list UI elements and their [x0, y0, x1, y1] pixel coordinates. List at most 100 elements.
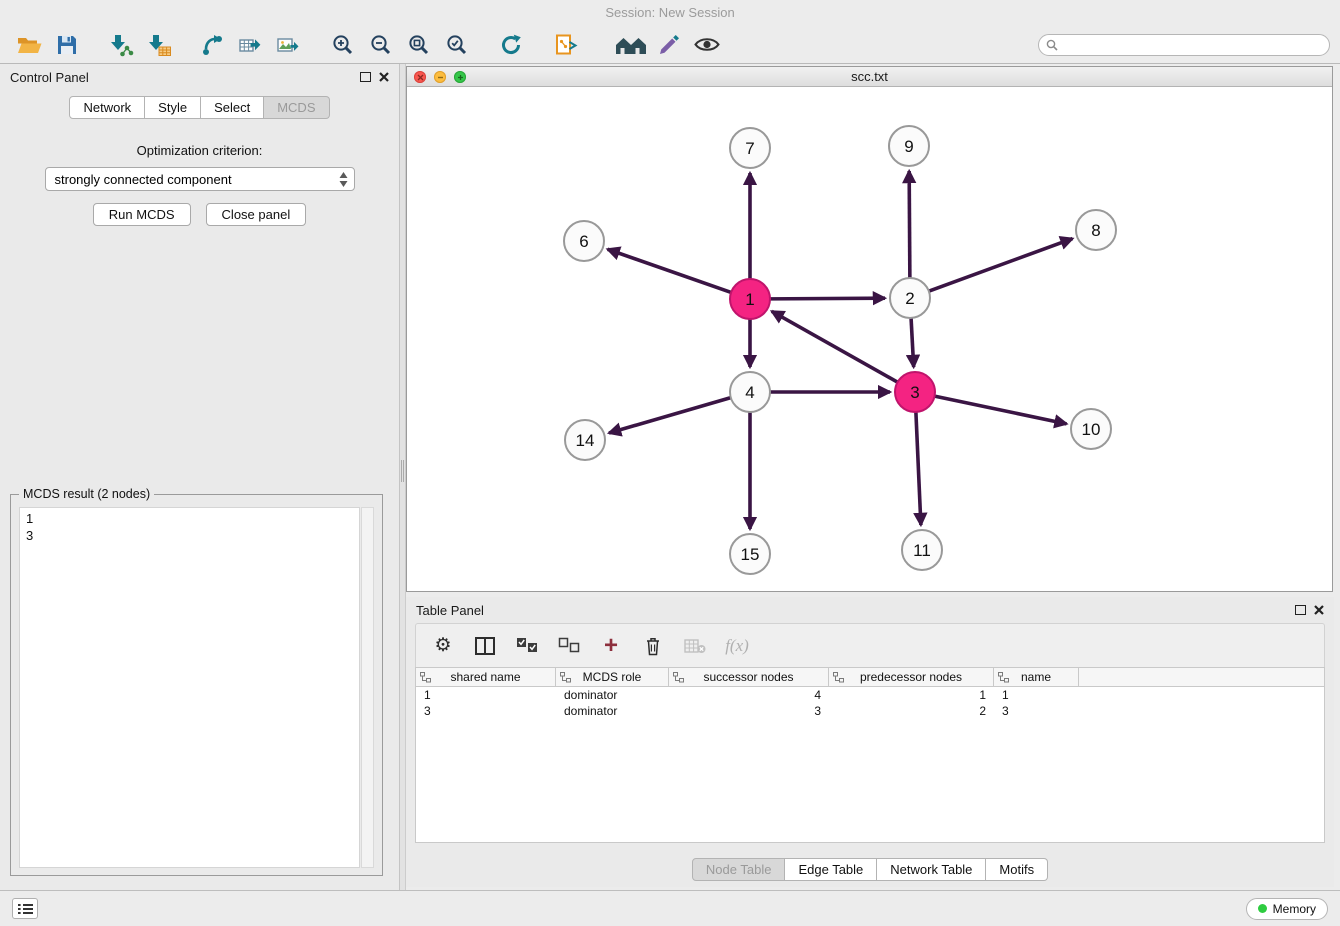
style-brush-button[interactable] — [650, 29, 688, 61]
edge-2-3[interactable] — [911, 318, 914, 367]
svg-text:6: 6 — [579, 232, 588, 251]
attribute-tree-icon — [560, 672, 571, 683]
tab-network-table[interactable]: Network Table — [877, 858, 986, 881]
export-image-button[interactable] — [270, 29, 308, 61]
column-header-MCDS-role[interactable]: MCDS role — [556, 668, 669, 686]
window-titlebar: Session: New Session — [0, 0, 1340, 26]
edge-3-1[interactable] — [772, 311, 898, 382]
import-table-button[interactable] — [140, 29, 178, 61]
table-cell: 1 — [829, 687, 994, 703]
column-header-successor-nodes[interactable]: successor nodes — [669, 668, 829, 686]
node-6[interactable]: 6 — [564, 221, 604, 261]
show-graphics-button[interactable] — [688, 29, 726, 61]
edge-1-2[interactable] — [770, 298, 885, 299]
control-panel-title: Control Panel — [10, 70, 89, 85]
search-icon — [1046, 39, 1058, 51]
tab-edge-table[interactable]: Edge Table — [785, 858, 877, 881]
mcds-result-list[interactable]: 13 — [19, 507, 360, 868]
edge-1-6[interactable] — [608, 249, 732, 292]
svg-text:9: 9 — [904, 137, 913, 156]
zoom-in-button[interactable] — [324, 29, 362, 61]
delete-row-button[interactable] — [636, 630, 670, 662]
tab-node-table[interactable]: Node Table — [692, 858, 786, 881]
node-4[interactable]: 4 — [730, 372, 770, 412]
save-session-button[interactable] — [48, 29, 86, 61]
memory-status-icon — [1258, 904, 1267, 913]
delete-table-icon — [684, 638, 706, 654]
tab-style[interactable]: Style — [145, 96, 201, 119]
zoom-out-button[interactable] — [362, 29, 400, 61]
edge-4-14[interactable] — [609, 398, 731, 433]
close-panel-button[interactable]: Close panel — [206, 203, 307, 226]
node-11[interactable]: 11 — [902, 530, 942, 570]
table-toolbar: ⚙ + f(x) — [415, 623, 1325, 667]
close-traffic-light[interactable] — [414, 71, 426, 83]
deselect-all-button[interactable] — [552, 630, 586, 662]
control-panel-header: Control Panel — [0, 64, 399, 90]
show-columns-button[interactable] — [468, 630, 502, 662]
deselect-all-icon — [558, 637, 580, 654]
export-network-button[interactable] — [194, 29, 232, 61]
search-input[interactable] — [1038, 34, 1330, 56]
close-panel-icon[interactable] — [379, 72, 389, 82]
column-header-shared-name[interactable]: shared name — [416, 668, 556, 686]
zoom-fit-button[interactable] — [400, 29, 438, 61]
home-icon — [615, 34, 647, 56]
show-panels-button[interactable] — [12, 898, 38, 919]
select-all-button[interactable] — [510, 630, 544, 662]
network-window-titlebar: scc.txt — [407, 67, 1332, 87]
delete-table-button[interactable] — [678, 630, 712, 662]
node-14[interactable]: 14 — [565, 420, 605, 460]
copy-network-icon — [553, 33, 578, 57]
home-analysis-button[interactable] — [612, 29, 650, 61]
import-network-button[interactable] — [102, 29, 140, 61]
zoom-selected-button[interactable] — [438, 29, 476, 61]
close-table-panel-icon[interactable] — [1314, 605, 1324, 615]
node-9[interactable]: 9 — [889, 126, 929, 166]
import-table-icon — [146, 33, 172, 57]
edge-3-11[interactable] — [916, 412, 921, 525]
table-settings-button[interactable]: ⚙ — [426, 630, 460, 662]
zoom-traffic-light[interactable] — [454, 71, 466, 83]
table-cell: 1 — [994, 687, 1079, 703]
result-scrollbar[interactable] — [361, 507, 374, 868]
tab-motifs[interactable]: Motifs — [986, 858, 1048, 881]
memory-button[interactable]: Memory — [1246, 898, 1328, 920]
refresh-layout-button[interactable] — [492, 29, 530, 61]
column-header-name[interactable]: name — [994, 668, 1079, 686]
table-cell: 3 — [994, 703, 1079, 719]
apply-function-button[interactable]: f(x) — [720, 630, 754, 662]
edge-2-9[interactable] — [909, 171, 910, 278]
tab-select[interactable]: Select — [201, 96, 264, 119]
svg-text:8: 8 — [1091, 221, 1100, 240]
zoom-fit-icon — [408, 34, 430, 56]
node-3[interactable]: 3 — [895, 372, 935, 412]
float-panel-icon[interactable] — [360, 72, 371, 82]
trash-icon — [644, 636, 662, 656]
application-window: Session: New Session — [0, 0, 1340, 926]
node-10[interactable]: 10 — [1071, 409, 1111, 449]
run-mcds-button[interactable]: Run MCDS — [93, 203, 191, 226]
copy-network-button[interactable] — [546, 29, 584, 61]
network-graph[interactable]: 7 9 6 8 1 2 4 3 14 10 15 11 — [407, 87, 1332, 591]
table-row[interactable]: 1dominator411 — [416, 687, 1324, 703]
tab-network[interactable]: Network — [69, 96, 145, 119]
column-header-predecessor-nodes[interactable]: predecessor nodes — [829, 668, 994, 686]
float-table-panel-icon[interactable] — [1295, 605, 1306, 615]
edge-3-10[interactable] — [935, 396, 1067, 424]
node-15[interactable]: 15 — [730, 534, 770, 574]
table-row[interactable]: 3dominator323 — [416, 703, 1324, 719]
add-row-button[interactable]: + — [594, 630, 628, 662]
node-1[interactable]: 1 — [730, 279, 770, 319]
node-2[interactable]: 2 — [890, 278, 930, 318]
node-8[interactable]: 8 — [1076, 210, 1116, 250]
tab-mcds[interactable]: MCDS — [264, 96, 329, 119]
optimization-dropdown[interactable]: strongly connected component — [45, 167, 355, 191]
node-7[interactable]: 7 — [730, 128, 770, 168]
memory-label: Memory — [1273, 902, 1316, 916]
minimize-traffic-light[interactable] — [434, 71, 446, 83]
table-body: 1dominator4113dominator323 — [416, 687, 1324, 719]
export-table-button[interactable] — [232, 29, 270, 61]
edge-2-8[interactable] — [929, 239, 1073, 292]
open-session-button[interactable] — [10, 29, 48, 61]
